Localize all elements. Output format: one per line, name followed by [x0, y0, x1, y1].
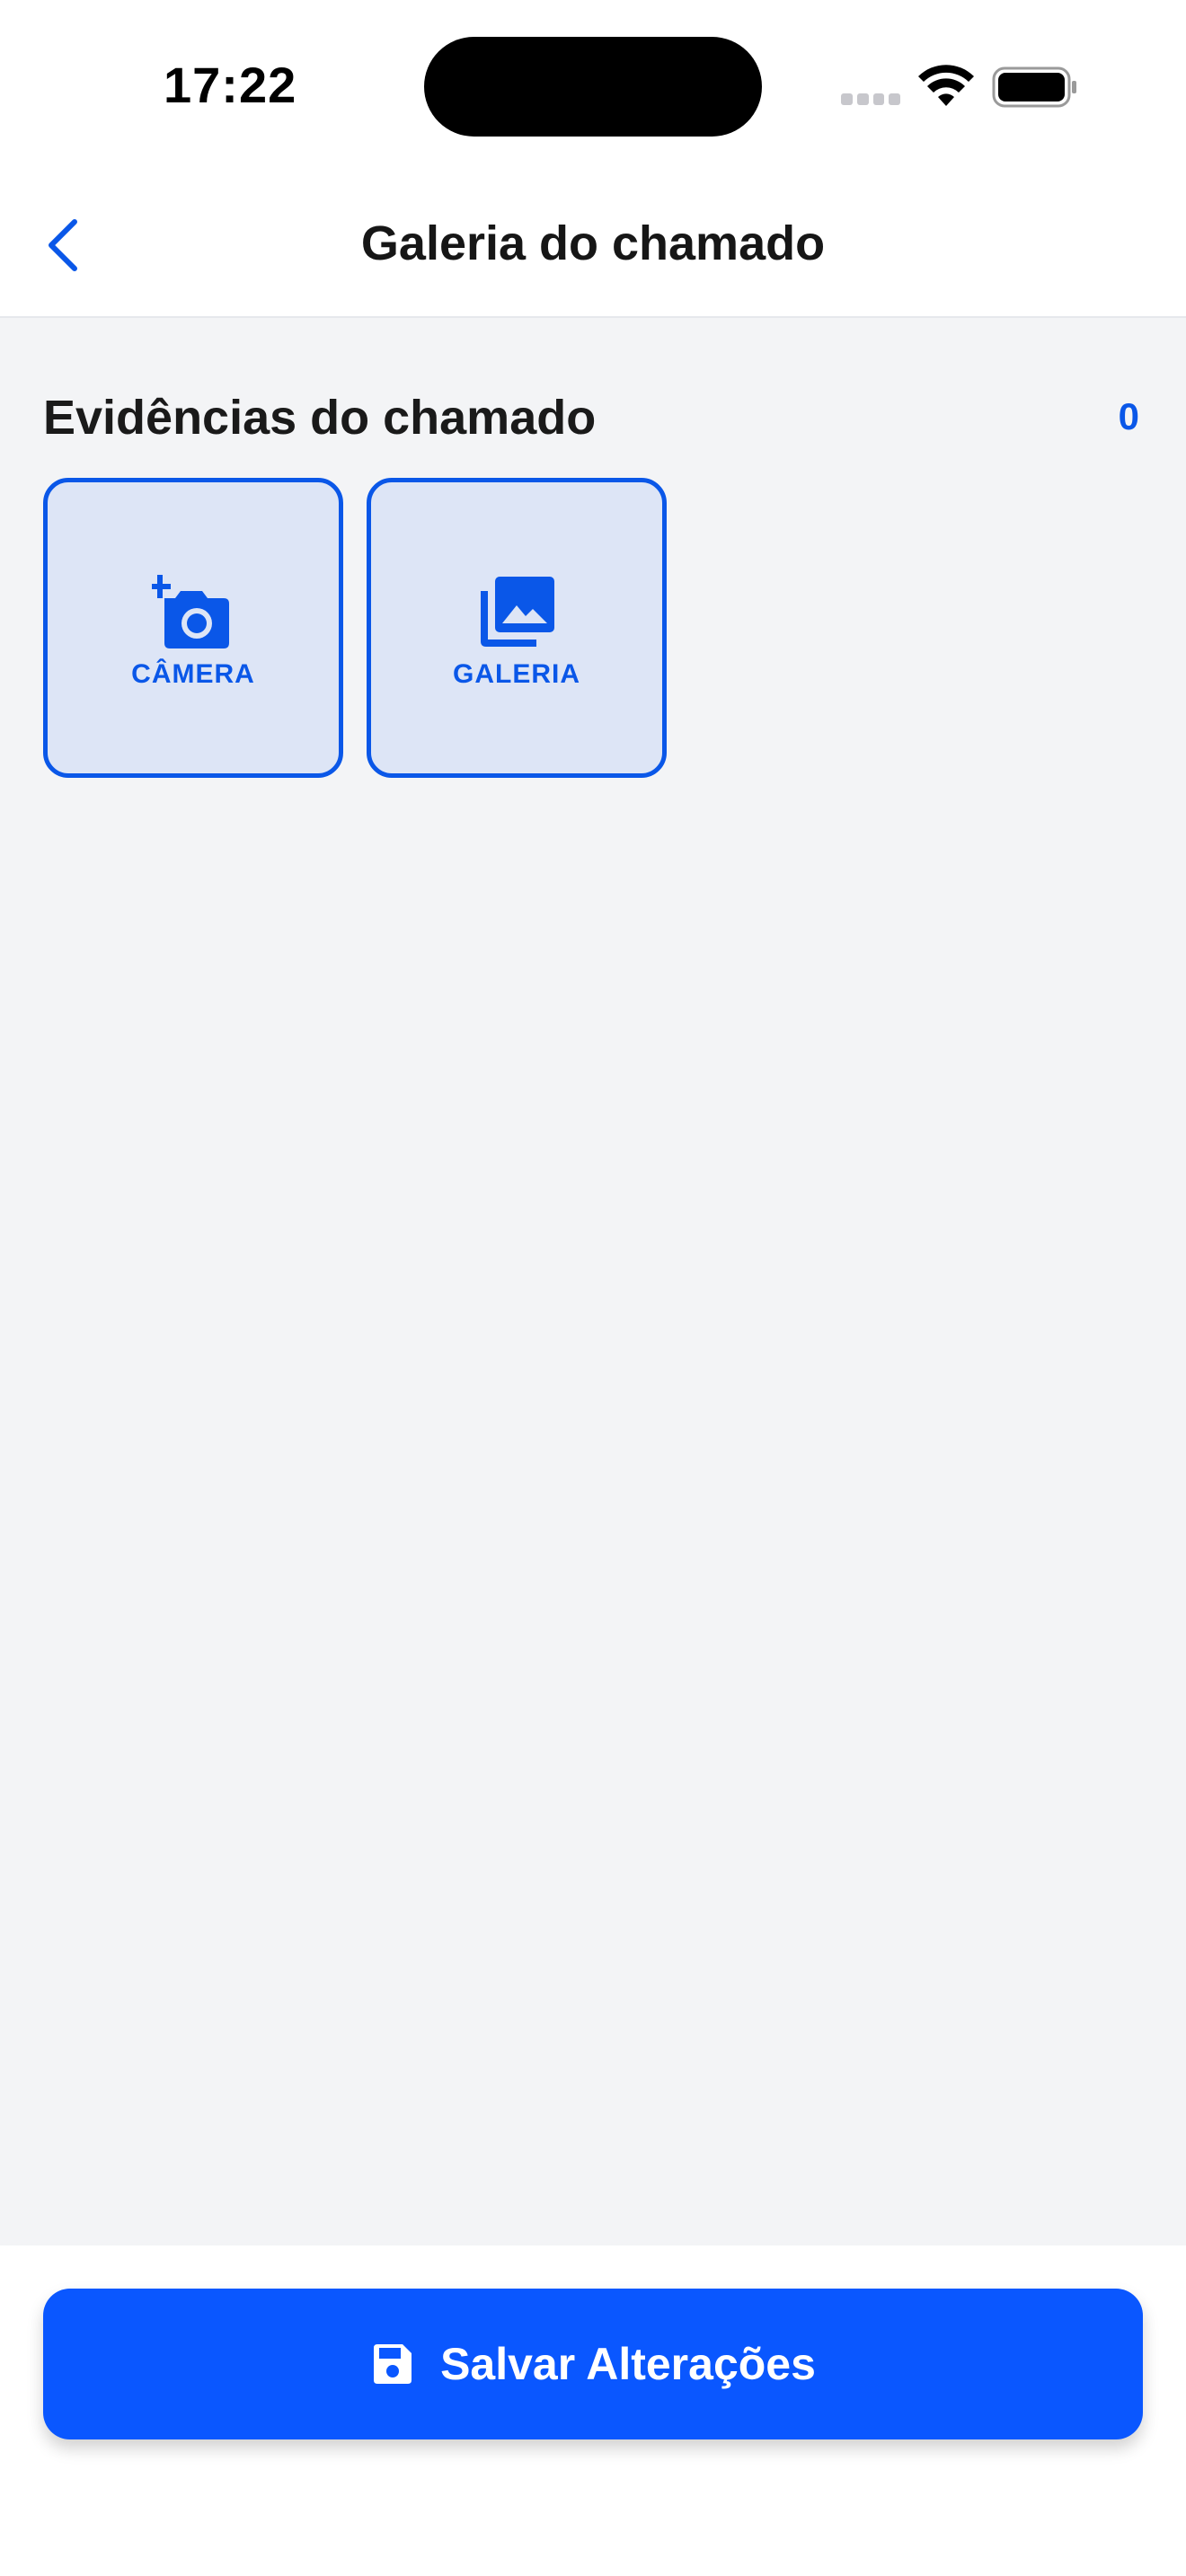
dynamic-island [424, 37, 762, 137]
evidence-count-badge: 0 [1118, 395, 1139, 437]
gallery-button[interactable]: GALERIA [367, 478, 667, 778]
wifi-icon [918, 65, 974, 106]
battery-icon [992, 66, 1076, 108]
save-changes-label: Salvar Alterações [440, 2339, 816, 2389]
status-bar: 17:22 [0, 0, 1186, 171]
page-title: Galeria do chamado [360, 216, 826, 270]
camera-button[interactable]: CÂMERA [43, 478, 343, 778]
footer: Salvar Alterações [0, 2245, 1186, 2576]
section-title: Evidências do chamado [43, 391, 597, 445]
camera-label: CÂMERA [131, 659, 255, 689]
main-content: Evidências do chamado 0 CÂMERA GALERIA [0, 318, 1186, 2245]
save-changes-button[interactable]: Salvar Alterações [43, 2289, 1143, 2439]
status-time: 17:22 [164, 57, 297, 113]
photo-library-icon [481, 577, 554, 647]
cellular-signal-icon [841, 93, 900, 106]
nav-header: Galeria do chamado [0, 171, 1186, 318]
add-a-photo-icon [152, 575, 229, 648]
save-icon [374, 2344, 412, 2384]
gallery-label: GALERIA [453, 659, 580, 689]
